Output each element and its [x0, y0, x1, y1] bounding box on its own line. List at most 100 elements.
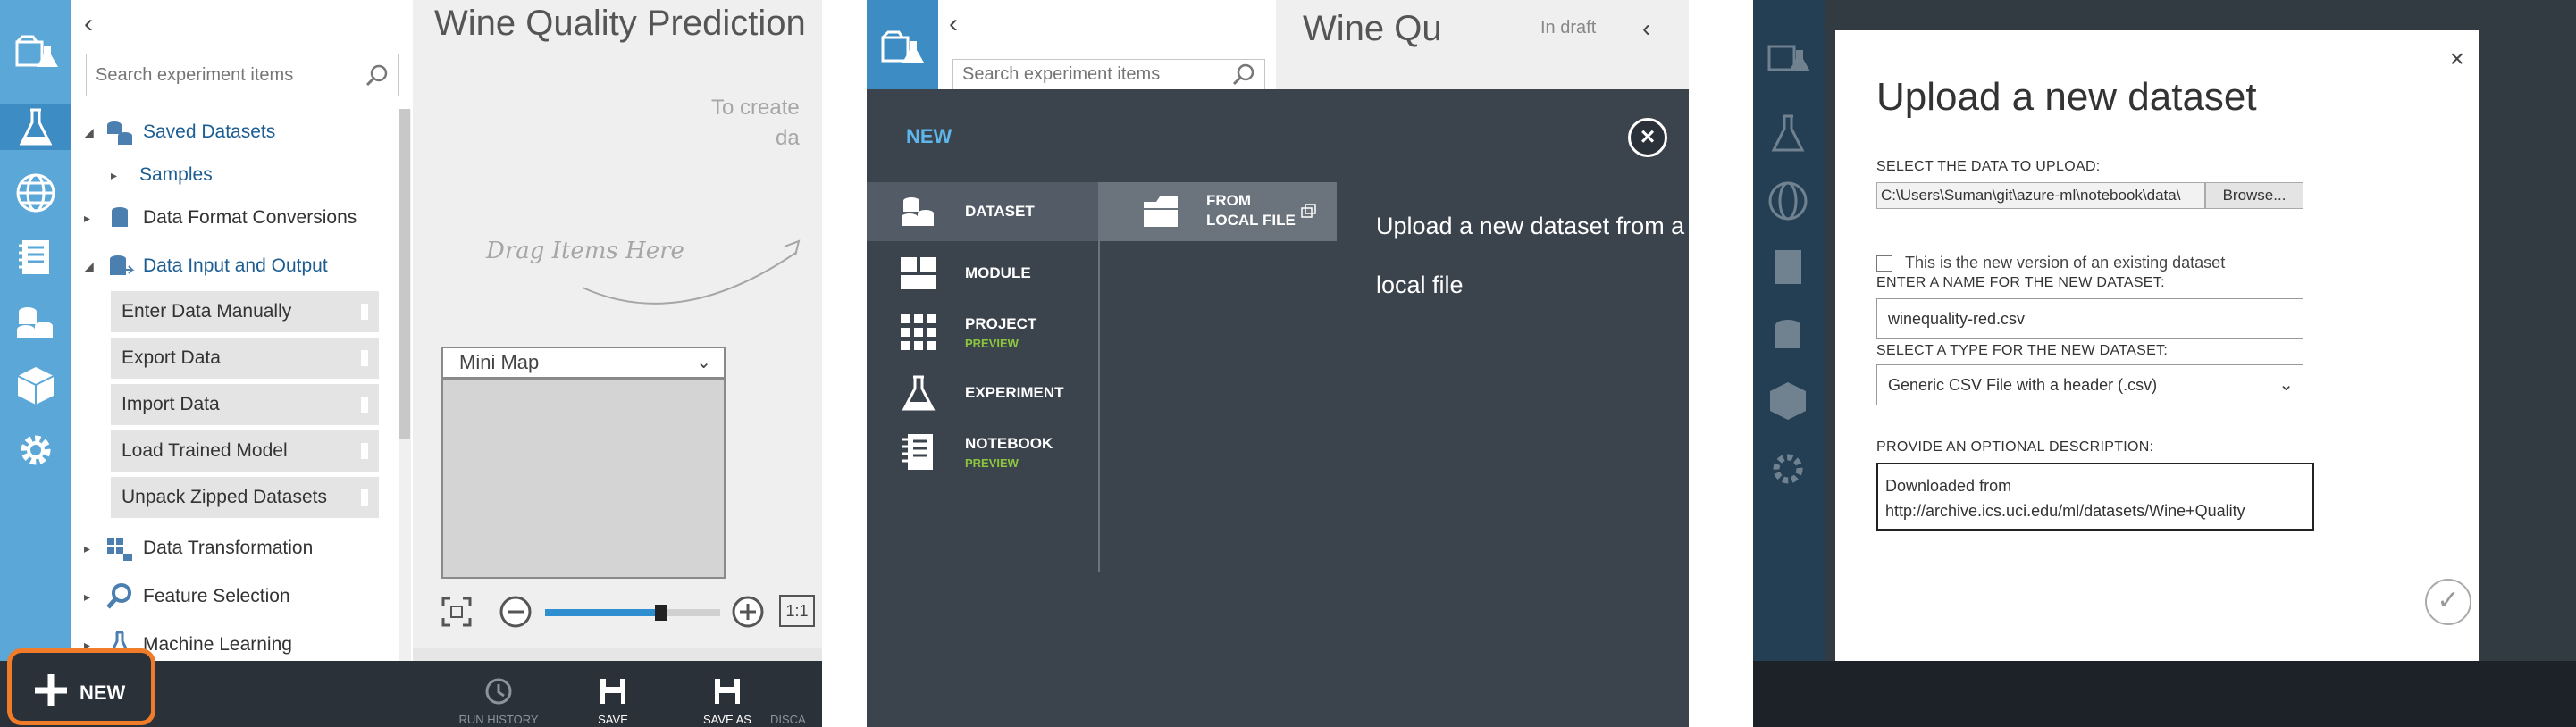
experiment-title[interactable]: Wine Quality Prediction [434, 4, 806, 44]
drag-handle[interactable] [361, 304, 368, 320]
fit-to-screen-icon[interactable] [440, 595, 474, 629]
projects-icon[interactable] [13, 29, 59, 75]
run-history-button[interactable]: RUN HISTORY [454, 675, 543, 726]
menu-item-module[interactable]: MODULE [899, 247, 1031, 300]
tree-item-label: Machine Learning [143, 634, 292, 655]
clock-icon [485, 678, 512, 705]
menu-item-notebook[interactable]: NOTEBOOK PREVIEW [899, 425, 1053, 479]
tree-item-data-format-conversions[interactable]: ▸ Data Format Conversions [84, 200, 357, 236]
experiment-header: Wine Qu In draft ‹ [1276, 0, 1689, 89]
discard-button[interactable]: DISCA [770, 675, 822, 726]
collapse-palette-chevron-icon[interactable]: ‹ [84, 9, 93, 39]
tree-item-saved-datasets[interactable]: ◢ Saved Datasets [84, 114, 275, 150]
notebooks-icon[interactable] [13, 234, 59, 280]
trained-models-icon[interactable] [13, 363, 59, 409]
zoom-slider-handle[interactable] [655, 605, 667, 621]
search-experiment-items[interactable] [952, 59, 1265, 89]
chevron-down-icon[interactable]: ⌄ [696, 348, 711, 377]
submenu-from-local-file[interactable]: FROM LOCAL FILE [1099, 182, 1337, 241]
checkbox-label: This is the new version of an existing d… [1905, 254, 2226, 272]
ok-checkmark-button[interactable]: ✓ [2425, 579, 2471, 625]
module-import-data[interactable]: Import Data [111, 384, 379, 425]
new-version-checkbox-row[interactable]: This is the new version of an existing d… [1876, 254, 2225, 272]
settings-gear-icon[interactable] [13, 427, 59, 473]
palette-scrollbar[interactable] [399, 109, 411, 663]
close-icon[interactable]: × [1628, 118, 1667, 157]
search-icon[interactable] [364, 63, 390, 89]
module-unpack-zipped-datasets[interactable]: Unpack Zipped Datasets [111, 477, 379, 518]
expanded-triangle-icon[interactable]: ◢ [84, 259, 100, 274]
actual-size-button[interactable]: 1:1 [779, 595, 815, 627]
tree-item-data-transformation[interactable]: ▸ Data Transformation [84, 531, 313, 566]
search-icon[interactable] [1230, 62, 1257, 88]
collapsed-triangle-icon[interactable]: ▸ [111, 168, 127, 183]
mini-map-label: Mini Map [459, 351, 540, 373]
description-line: local file [1376, 272, 1464, 298]
trained-models-icon [1770, 382, 1806, 420]
experiment-canvas[interactable]: Wine Quality Prediction To create da Drag… [413, 0, 822, 661]
new-button[interactable]: NEW [7, 648, 155, 725]
search-input[interactable] [953, 60, 1212, 88]
tree-item-feature-selection[interactable]: ▸ Feature Selection [84, 579, 290, 614]
left-nav-rail [867, 0, 938, 89]
dataset-icon [902, 197, 934, 226]
search-experiment-items[interactable] [86, 54, 399, 96]
menu-item-dataset[interactable]: DATASET [899, 185, 1035, 238]
collapse-properties-chevron-icon[interactable]: ‹ [1642, 14, 1650, 43]
drag-handle[interactable] [361, 443, 368, 459]
web-services-icon [1768, 181, 1808, 221]
mini-map[interactable] [441, 379, 726, 579]
zoom-slider[interactable] [545, 605, 720, 621]
experiments-icon[interactable] [0, 104, 71, 150]
new-version-checkbox[interactable] [1876, 255, 1892, 272]
chevron-down-icon: ⌄ [2278, 375, 2294, 395]
file-path-field[interactable]: C:\Users\Suman\git\azure-ml\notebook\dat… [1876, 182, 2205, 209]
collapsed-triangle-icon[interactable]: ▸ [84, 211, 100, 226]
menu-item-label: EXPERIMENT [965, 384, 1064, 401]
collapsed-triangle-icon[interactable]: ▸ [84, 589, 100, 605]
canvas-horizontal-scrollbar[interactable] [413, 648, 822, 661]
preview-badge: PREVIEW [965, 455, 1019, 470]
expanded-triangle-icon[interactable]: ◢ [84, 125, 100, 140]
browse-button[interactable]: Browse... [2205, 182, 2303, 209]
submenu-description: Upload a new dataset from a local file [1376, 196, 1689, 314]
dataset-name-input[interactable]: winequality-red.csv [1876, 298, 2303, 339]
drag-handle[interactable] [361, 350, 368, 366]
projects-icon [1767, 45, 1810, 71]
module-icon [901, 257, 936, 289]
collapsed-triangle-icon[interactable]: ▸ [84, 541, 100, 556]
dataset-type-select[interactable]: Generic CSV File with a header (.csv) ⌄ [1876, 364, 2303, 405]
datasets-icon[interactable] [13, 298, 59, 345]
zoom-in-icon[interactable] [731, 595, 765, 629]
command-label: DISCA [770, 713, 806, 726]
module-load-trained-model[interactable]: Load Trained Model [111, 430, 379, 472]
menu-item-project[interactable]: PROJECT PREVIEW [899, 305, 1036, 359]
transformation-grid-icon [107, 538, 132, 561]
drag-handle[interactable] [361, 397, 368, 413]
experiment-title[interactable]: Wine Qu [1303, 9, 1446, 49]
experiments-icon [1771, 114, 1805, 152]
curved-arrow-icon [582, 239, 801, 305]
folder-open-icon [1144, 196, 1178, 227]
save-as-button[interactable]: SAVE AS [683, 675, 772, 726]
tree-item-data-input-and-output[interactable]: ◢ Data Input and Output [84, 248, 328, 284]
module-enter-data-manually[interactable]: Enter Data Manually [111, 291, 379, 332]
command-label: SAVE AS [703, 713, 751, 726]
projects-icon[interactable] [879, 25, 924, 70]
search-input[interactable] [87, 54, 346, 96]
drag-handle[interactable] [361, 489, 368, 506]
menu-item-label: MODULE [965, 264, 1031, 281]
tree-item-samples[interactable]: ▸ Samples [111, 157, 213, 193]
mini-map-header[interactable]: Mini Map ⌄ [441, 347, 726, 379]
web-services-icon[interactable] [13, 170, 59, 216]
save-icon [600, 679, 625, 704]
save-button[interactable]: SAVE [568, 675, 658, 726]
zoom-out-icon[interactable] [499, 595, 533, 629]
close-icon[interactable]: × [2450, 45, 2464, 73]
scrollbar-thumb[interactable] [399, 109, 410, 439]
module-label: Export Data [122, 347, 221, 368]
description-textarea[interactable]: Downloaded from http://archive.ics.uci.e… [1876, 463, 2314, 531]
module-export-data[interactable]: Export Data [111, 338, 379, 379]
menu-item-experiment[interactable]: EXPERIMENT [899, 366, 1064, 420]
collapse-palette-chevron-icon[interactable]: ‹ [949, 9, 958, 39]
